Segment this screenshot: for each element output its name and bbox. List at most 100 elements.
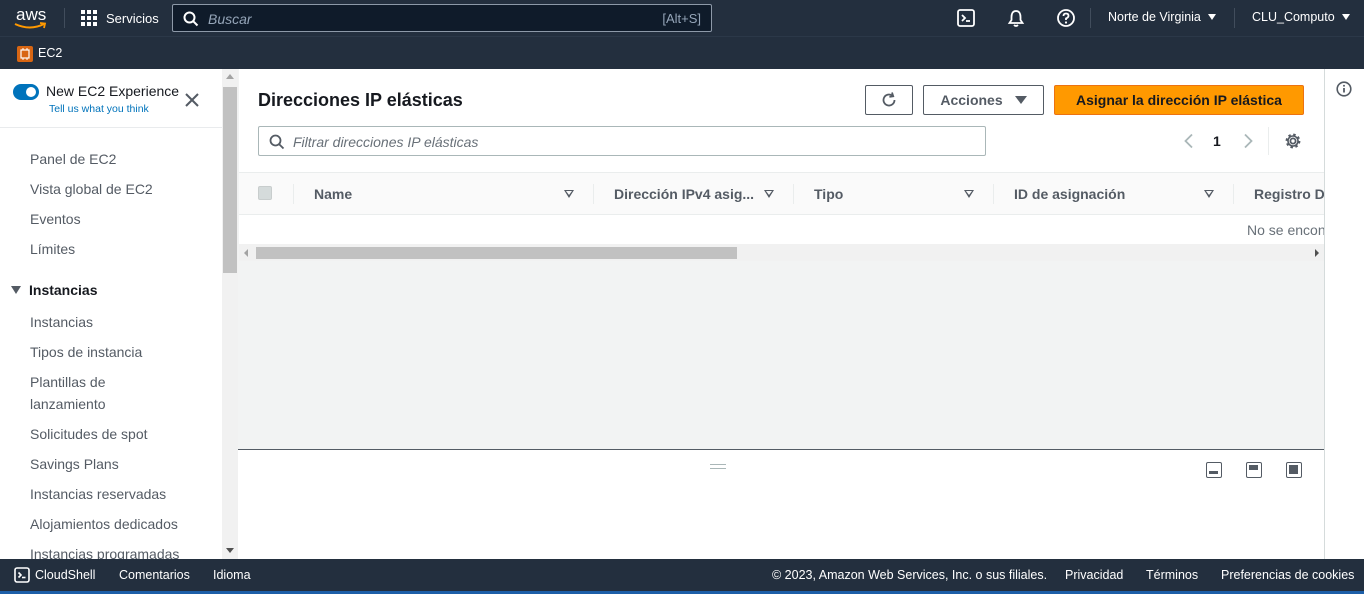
help-rail xyxy=(1324,69,1364,559)
sidebar-item-dedicated-hosts[interactable]: Alojamientos dedicados xyxy=(30,513,178,535)
sort-icon[interactable] xyxy=(564,190,574,198)
sidebar-item-global-view[interactable]: Vista global de EC2 xyxy=(30,178,153,200)
grid-icon xyxy=(81,10,97,26)
nav-divider xyxy=(1234,8,1235,28)
split-side-icon[interactable] xyxy=(1246,462,1262,478)
footer-cookies-link[interactable]: Preferencias de cookies xyxy=(1221,568,1354,582)
column-divider xyxy=(293,184,294,204)
sort-icon[interactable] xyxy=(1204,190,1214,198)
search-icon xyxy=(269,134,285,150)
cloudshell-icon[interactable] xyxy=(14,567,30,583)
split-panel xyxy=(238,449,1324,559)
actions-dropdown[interactable]: Acciones xyxy=(923,85,1044,115)
sidebar-item-savings-plans[interactable]: Savings Plans xyxy=(30,453,119,475)
sidebar-item-panel-ec2[interactable]: Panel de EC2 xyxy=(30,148,116,170)
column-header-dns-record[interactable]: Registro DI xyxy=(1254,186,1324,202)
region-selector[interactable]: Norte de Virginia xyxy=(1108,10,1216,24)
caret-down-icon xyxy=(1207,14,1216,20)
footer-cloudshell-link[interactable]: CloudShell xyxy=(35,568,95,582)
sidebar-item-scheduled-instances[interactable]: Instancias programadas xyxy=(30,543,179,559)
column-divider xyxy=(993,184,994,204)
footer-terms-link[interactable]: Términos xyxy=(1146,568,1198,582)
scroll-right-icon[interactable] xyxy=(1315,249,1319,257)
caret-down-icon xyxy=(1014,96,1027,104)
sidebar-item-limits[interactable]: Límites xyxy=(30,238,75,260)
cloudshell-icon[interactable] xyxy=(956,8,976,28)
footer-language-link[interactable]: Idioma xyxy=(213,568,251,582)
column-header-ipv4[interactable]: Dirección IPv4 asig... xyxy=(614,186,754,202)
resize-handle-icon[interactable] xyxy=(710,464,726,469)
account-label: CLU_Computo xyxy=(1252,10,1335,24)
sidebar-item-reserved-instances[interactable]: Instancias reservadas xyxy=(30,483,166,505)
region-label: Norte de Virginia xyxy=(1108,10,1201,24)
column-header-type[interactable]: Tipo xyxy=(814,186,843,202)
new-experience-panel: New EC2 Experience Tell us what you thin… xyxy=(0,69,222,128)
filter-placeholder: Filtrar direcciones IP elásticas xyxy=(293,134,479,150)
chevron-right-icon[interactable] xyxy=(1241,133,1255,149)
service-bar: EC2 xyxy=(0,36,1364,69)
sidebar-item-events[interactable]: Eventos xyxy=(30,208,81,230)
sidebar-item-spot-requests[interactable]: Solicitudes de spot xyxy=(30,423,148,445)
refresh-icon xyxy=(882,92,896,107)
column-header-name[interactable]: Name xyxy=(314,186,352,202)
split-bottom-icon[interactable] xyxy=(1206,462,1222,478)
sidebar-section-instances[interactable]: Instancias xyxy=(11,282,97,298)
page-number[interactable]: 1 xyxy=(1213,133,1221,149)
filter-input[interactable]: Filtrar direcciones IP elásticas xyxy=(258,126,986,156)
scrollbar-thumb[interactable] xyxy=(223,87,237,273)
search-placeholder: Buscar xyxy=(208,11,252,27)
aws-logo[interactable]: aws xyxy=(14,5,50,31)
refresh-button[interactable] xyxy=(865,85,913,115)
allocate-elastic-ip-button[interactable]: Asignar la dirección IP elástica xyxy=(1054,85,1304,115)
sidebar-item-launch-templates[interactable]: Plantillas de lanzamiento xyxy=(30,371,150,415)
footer: CloudShell Comentarios Idioma © 2023, Am… xyxy=(0,559,1364,594)
feedback-link[interactable]: Tell us what you think xyxy=(49,103,149,115)
select-all-checkbox[interactable] xyxy=(258,186,272,200)
actions-label: Acciones xyxy=(940,92,1003,108)
service-label[interactable]: EC2 xyxy=(38,46,62,60)
sidebar: New EC2 Experience Tell us what you thin… xyxy=(0,69,222,559)
table-horizontal-scrollbar[interactable] xyxy=(239,244,1324,261)
gear-icon[interactable] xyxy=(1284,132,1302,150)
main-content: Direcciones IP elásticas Acciones Asigna… xyxy=(238,69,1324,449)
caret-down-icon xyxy=(1341,14,1350,20)
scroll-left-icon[interactable] xyxy=(244,249,248,257)
sidebar-item-instances[interactable]: Instancias xyxy=(30,311,93,333)
column-divider xyxy=(793,184,794,204)
footer-privacy-link[interactable]: Privacidad xyxy=(1065,568,1123,582)
services-menu-button[interactable]: Servicios xyxy=(81,8,159,28)
services-label: Servicios xyxy=(106,10,159,26)
split-full-icon[interactable] xyxy=(1286,462,1302,478)
nav-divider xyxy=(1090,8,1091,28)
top-navigation: aws Servicios Buscar [Alt+S] Norte de Vi… xyxy=(0,0,1364,36)
column-divider xyxy=(593,184,594,204)
sidebar-section-label: Instancias xyxy=(29,282,98,298)
footer-comments-link[interactable]: Comentarios xyxy=(119,568,190,582)
search-icon xyxy=(183,11,199,27)
aws-smile-icon xyxy=(14,22,47,29)
help-icon[interactable] xyxy=(1056,8,1076,28)
elastic-ip-table-panel: Direcciones IP elásticas Acciones Asigna… xyxy=(239,69,1324,261)
footer-copyright: © 2023, Amazon Web Services, Inc. o sus … xyxy=(772,568,1048,582)
account-menu[interactable]: CLU_Computo xyxy=(1252,10,1350,24)
sort-icon[interactable] xyxy=(764,190,774,198)
scroll-down-icon[interactable] xyxy=(226,548,234,553)
column-header-allocation-id[interactable]: ID de asignación xyxy=(1014,186,1125,202)
sidebar-item-instance-types[interactable]: Tipos de instancia xyxy=(30,341,142,363)
scroll-up-icon[interactable] xyxy=(226,74,234,79)
chevron-left-icon[interactable] xyxy=(1182,133,1196,149)
bell-icon[interactable] xyxy=(1006,8,1026,28)
column-divider xyxy=(1233,184,1234,204)
ec2-service-icon[interactable] xyxy=(17,46,33,62)
info-icon[interactable] xyxy=(1336,81,1352,97)
page-title: Direcciones IP elásticas xyxy=(258,90,463,110)
search-shortcut: [Alt+S] xyxy=(662,11,701,26)
search-input[interactable]: Buscar [Alt+S] xyxy=(172,4,712,32)
pager-divider xyxy=(1268,127,1269,155)
sort-icon[interactable] xyxy=(964,190,974,198)
close-icon[interactable] xyxy=(183,91,201,109)
sidebar-scrollbar[interactable] xyxy=(222,69,238,559)
new-experience-toggle[interactable] xyxy=(13,84,39,100)
scrollbar-thumb[interactable] xyxy=(256,247,737,259)
new-experience-title: New EC2 Experience xyxy=(46,83,180,99)
